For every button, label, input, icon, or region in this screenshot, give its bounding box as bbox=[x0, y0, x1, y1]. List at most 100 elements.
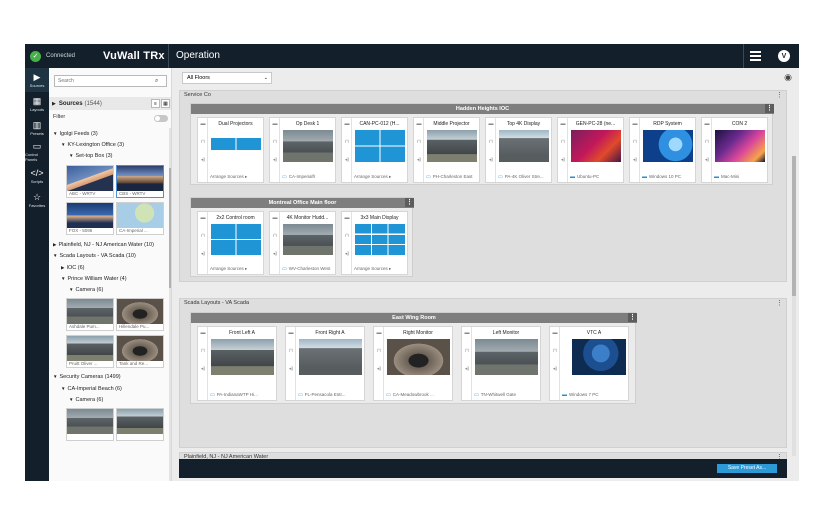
wall-menu-icon[interactable]: ⋮ bbox=[405, 198, 414, 207]
display-tile[interactable]: ▬ ⊓ ◂) 2x2 Control room Arrange Sources ▸ bbox=[197, 211, 264, 275]
display-tile[interactable]: ▬ ⊓ ◂) Middle Projector ▭ PH-Charleston East bbox=[413, 117, 480, 183]
lock-icon[interactable]: ⊓ bbox=[632, 140, 638, 145]
chevron-down-icon[interactable]: ▼ bbox=[53, 131, 57, 136]
rail-item-sources[interactable]: ▶ Sources bbox=[25, 68, 49, 92]
grid-view-icon[interactable]: ▦ bbox=[161, 99, 170, 108]
audio-icon[interactable]: ◂) bbox=[464, 367, 470, 372]
layout-group-title[interactable]: Scada Layouts - VA Scada bbox=[180, 299, 249, 308]
tile-footer[interactable]: Arrange Sources ▸ bbox=[354, 266, 405, 272]
chevron-down-icon[interactable]: ▼ bbox=[69, 153, 73, 158]
chevron-down-icon[interactable]: ▼ bbox=[61, 386, 65, 391]
save-preset-as-button[interactable]: Save Preset As... bbox=[717, 464, 777, 473]
sources-header[interactable]: ▶ Sources (1544) ≡ ▦ bbox=[49, 97, 171, 110]
tree-node[interactable]: ▼ Camera (6) bbox=[69, 397, 103, 403]
display-tile[interactable]: ▬ ⊓ ◂) CON 2 ▬ Mac-Mini bbox=[701, 117, 768, 183]
source-icon[interactable]: ▬ bbox=[416, 122, 422, 127]
video-wall-title[interactable]: Hadden Heights IOC ⋮ bbox=[191, 104, 774, 114]
source-icon[interactable]: ▬ bbox=[488, 122, 494, 127]
rail-item-presets[interactable]: ▥ Presets bbox=[25, 116, 49, 140]
source-icon[interactable]: ▬ bbox=[552, 331, 558, 336]
chevron-down-icon[interactable]: ▼ bbox=[53, 253, 57, 258]
source-thumbnail[interactable]: FOX - 5096 bbox=[66, 202, 114, 235]
video-wall-title[interactable]: East Wing Room ⋮ bbox=[191, 313, 637, 323]
audio-icon[interactable]: ◂) bbox=[200, 367, 206, 372]
tree-node[interactable]: ▶ Plainfield, NJ - NJ American Water (10) bbox=[53, 242, 154, 248]
source-thumbnail[interactable]: Tank and Re... bbox=[116, 335, 164, 368]
eye-icon[interactable]: ◉ bbox=[782, 72, 794, 82]
audio-icon[interactable]: ◂) bbox=[416, 158, 422, 163]
layout-group-title[interactable]: Service Co bbox=[180, 91, 211, 100]
wall-menu-icon[interactable]: ⋮ bbox=[628, 313, 637, 322]
audio-icon[interactable]: ◂) bbox=[272, 252, 278, 257]
chevron-down-icon[interactable]: ▼ bbox=[69, 287, 73, 292]
display-tile[interactable]: ▬ ⊓ ◂) Right Monitor ▭ CA-Meadowbrook ... bbox=[373, 326, 453, 401]
display-tile[interactable]: ▬ ⊓ ◂) RDP System ▬ Windows 10 PC bbox=[629, 117, 696, 183]
lock-icon[interactable]: ⊓ bbox=[272, 140, 278, 145]
lock-icon[interactable]: ⊓ bbox=[416, 140, 422, 145]
audio-icon[interactable]: ◂) bbox=[200, 158, 206, 163]
lock-icon[interactable]: ⊓ bbox=[464, 349, 470, 354]
lock-icon[interactable]: ⊓ bbox=[272, 234, 278, 239]
source-icon[interactable]: ▬ bbox=[344, 122, 350, 127]
filter-toggle[interactable] bbox=[154, 115, 168, 122]
lock-icon[interactable]: ⊓ bbox=[704, 140, 710, 145]
chevron-down-icon[interactable]: ▼ bbox=[61, 276, 65, 281]
display-tile[interactable]: ▬ ⊓ ◂) Front Left A ▭ PA-IndianaWTP Hi... bbox=[197, 326, 277, 401]
tree-node[interactable]: ▼ Igolgi Feeds (3) bbox=[53, 131, 98, 137]
rail-item-layouts[interactable]: ▦ Layouts bbox=[25, 92, 49, 116]
tree-node[interactable]: ▼ Scada Layouts - VA Scada (10) bbox=[53, 253, 136, 259]
tree-node[interactable]: ▼ Security Cameras (1499) bbox=[53, 374, 121, 380]
group-menu-icon[interactable]: ⋮ bbox=[775, 299, 784, 308]
audio-icon[interactable]: ◂) bbox=[272, 158, 278, 163]
audio-icon[interactable]: ◂) bbox=[376, 367, 382, 372]
search-icon[interactable]: ⌕ bbox=[155, 78, 158, 85]
source-thumbnail[interactable]: Pruitt Oliver ... bbox=[66, 335, 114, 368]
lock-icon[interactable]: ⊓ bbox=[200, 234, 206, 239]
source-thumbnail[interactable]: Hillendale Pu... bbox=[116, 298, 164, 331]
audio-icon[interactable]: ◂) bbox=[344, 252, 350, 257]
tree-node[interactable]: ▼ KY-Lexington Office (3) bbox=[61, 142, 124, 148]
tree-node[interactable]: ▼ Prince William Water (4) bbox=[61, 276, 127, 282]
source-icon[interactable]: ▬ bbox=[200, 122, 206, 127]
source-search-input[interactable] bbox=[55, 78, 155, 84]
display-tile[interactable]: ▬ ⊓ ◂) 3x3 Main Display Arrange Sources ▸ bbox=[341, 211, 408, 275]
audio-icon[interactable]: ◂) bbox=[200, 252, 206, 257]
lock-icon[interactable]: ⊓ bbox=[200, 349, 206, 354]
source-thumbnail[interactable]: CA-Imperial ... bbox=[116, 202, 164, 235]
source-icon[interactable]: ▬ bbox=[560, 122, 566, 127]
lock-icon[interactable]: ⊓ bbox=[560, 140, 566, 145]
lock-icon[interactable]: ⊓ bbox=[376, 349, 382, 354]
source-icon[interactable]: ▬ bbox=[632, 122, 638, 127]
tile-footer[interactable]: ▭ TN-Whitwell Gate bbox=[474, 392, 538, 398]
chevron-down-icon[interactable]: ▼ bbox=[61, 142, 65, 147]
audio-icon[interactable]: ◂) bbox=[632, 158, 638, 163]
display-tile[interactable]: ▬ ⊓ ◂) Top 4K Display ▭ PA-4K Oliver Stre... bbox=[485, 117, 552, 183]
tree-node[interactable]: ▼ Camera (6) bbox=[69, 287, 103, 293]
main-scrollbar[interactable] bbox=[792, 156, 796, 456]
source-thumbnail[interactable]: ABC - WRTV bbox=[66, 165, 114, 198]
source-icon[interactable]: ▬ bbox=[272, 216, 278, 221]
chevron-down-icon[interactable]: ▼ bbox=[53, 374, 57, 379]
display-tile[interactable]: ▬ ⊓ ◂) VTC A ▬ Windows 7 PC bbox=[549, 326, 629, 401]
display-tile[interactable]: ▬ ⊓ ◂) Op Desk 1 ▭ CA-Imperialfr bbox=[269, 117, 336, 183]
source-icon[interactable]: ▬ bbox=[344, 216, 350, 221]
audio-icon[interactable]: ◂) bbox=[344, 158, 350, 163]
lock-icon[interactable]: ⊓ bbox=[552, 349, 558, 354]
tree-node[interactable]: ▼ Set-top Box (3) bbox=[69, 153, 112, 159]
source-icon[interactable]: ▬ bbox=[200, 216, 206, 221]
rail-item-control-panels[interactable]: ▭ Control Panels bbox=[25, 140, 49, 164]
chevron-right-icon[interactable]: ▶ bbox=[61, 265, 64, 270]
tree-node[interactable]: ▼ CA-Imperial Beach (6) bbox=[61, 386, 122, 392]
tile-footer[interactable]: ▭ WV-Charleston West bbox=[282, 266, 333, 272]
tile-footer[interactable]: ▭ CA-Meadowbrook ... bbox=[386, 392, 450, 398]
audio-icon[interactable]: ◂) bbox=[488, 158, 494, 163]
source-thumbnail[interactable] bbox=[116, 408, 164, 441]
tile-footer[interactable]: ▭ PA-IndianaWTP Hi... bbox=[210, 392, 274, 398]
main-scrollbar-thumb[interactable] bbox=[792, 156, 796, 296]
rail-item-favorites[interactable]: ☆ Favorites bbox=[25, 188, 49, 212]
tile-footer[interactable]: ▭ FL-Pensacola Entr... bbox=[298, 392, 362, 398]
tile-footer[interactable]: Arrange Sources ▸ bbox=[354, 174, 405, 180]
source-icon[interactable]: ▬ bbox=[288, 331, 294, 336]
tile-footer[interactable]: ▭ PH-Charleston East bbox=[426, 174, 477, 180]
source-icon[interactable]: ▬ bbox=[200, 331, 206, 336]
